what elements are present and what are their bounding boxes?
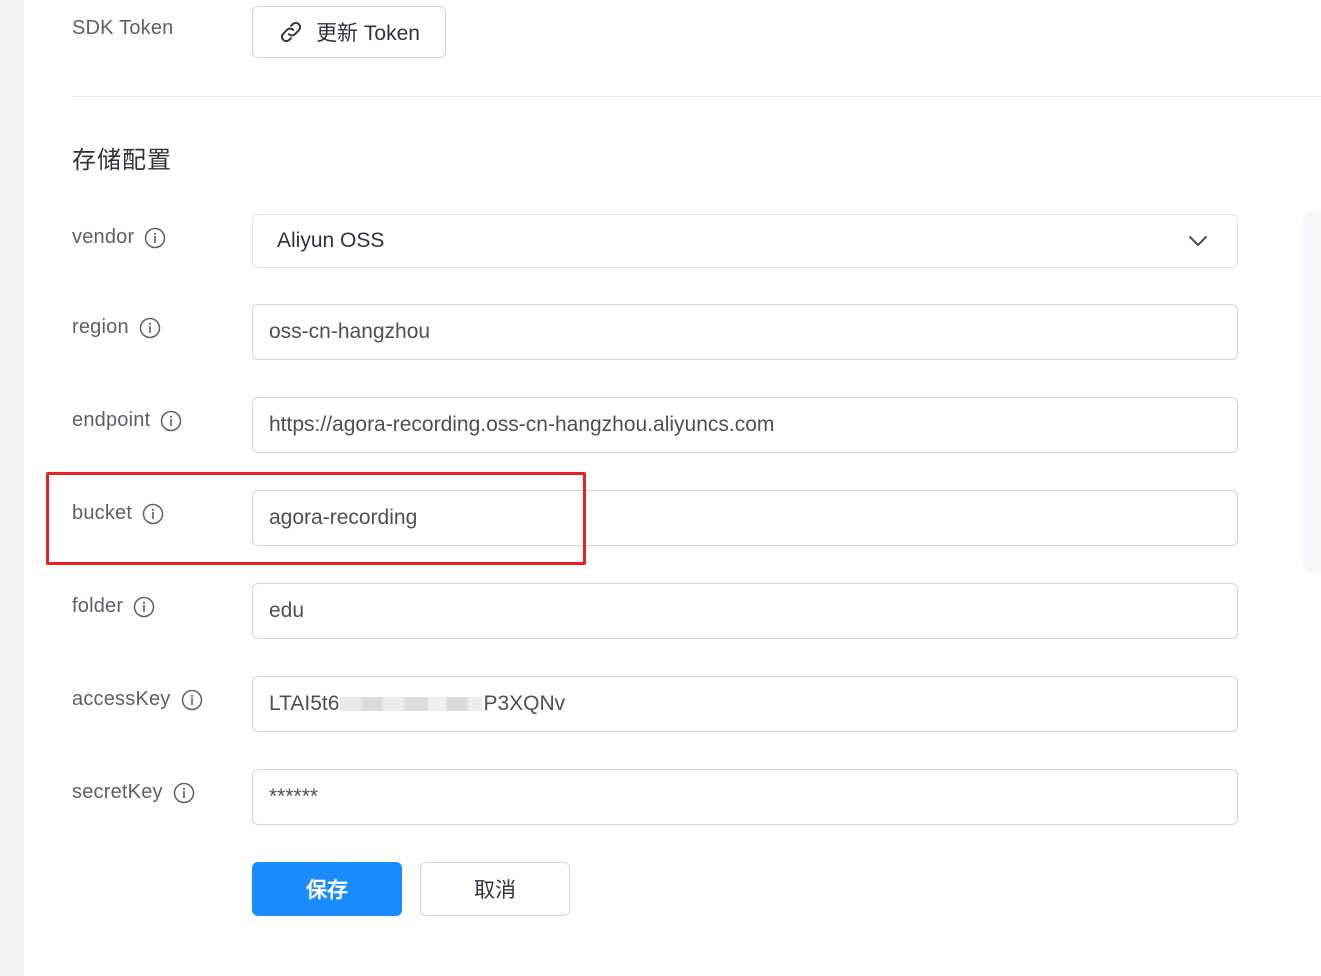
sdk-token-label-text: SDK Token [72, 17, 174, 39]
chevron-down-icon [1189, 236, 1207, 246]
section-divider [72, 96, 1321, 97]
accesskey-input[interactable]: LTAI5t6 P3XQNv [252, 676, 1238, 732]
cancel-button[interactable]: 取消 [420, 862, 570, 916]
save-button[interactable]: 保存 [252, 862, 402, 916]
region-label-text: region [72, 316, 129, 338]
region-input[interactable]: oss-cn-hangzhou [252, 304, 1238, 360]
accesskey-value-prefix: LTAI5t6 [269, 692, 340, 715]
endpoint-input-value: https://agora-recording.oss-cn-hangzhou.… [269, 413, 775, 436]
secretkey-label: secretKey [72, 781, 195, 804]
link-icon [281, 21, 302, 43]
info-icon[interactable] [173, 782, 195, 804]
folder-label-text: folder [72, 595, 124, 617]
vendor-select-value: Aliyun OSS [277, 229, 385, 252]
secretkey-label-text: secretKey [72, 781, 163, 803]
bucket-input[interactable]: agora-recording [252, 490, 1238, 546]
update-token-button[interactable]: 更新 Token [252, 6, 446, 58]
endpoint-input[interactable]: https://agora-recording.oss-cn-hangzhou.… [252, 397, 1238, 453]
accesskey-label-text: accessKey [72, 688, 171, 710]
secretkey-input-value: ****** [269, 785, 319, 808]
folder-label: folder [72, 595, 155, 618]
right-scroll-panel [1302, 212, 1321, 572]
accesskey-label: accessKey [72, 688, 203, 711]
info-icon[interactable] [144, 227, 166, 249]
info-icon[interactable] [160, 410, 182, 432]
secretkey-input[interactable]: ****** [252, 769, 1238, 825]
region-input-value: oss-cn-hangzhou [269, 320, 431, 343]
info-icon[interactable] [181, 689, 203, 711]
info-icon[interactable] [133, 596, 155, 618]
info-icon[interactable] [142, 503, 164, 525]
vendor-select[interactable]: Aliyun OSS [252, 214, 1238, 268]
left-sidebar-gutter [0, 0, 24, 976]
bucket-label: bucket [72, 502, 164, 525]
vendor-label-text: vendor [72, 226, 135, 248]
bucket-label-text: bucket [72, 502, 133, 524]
endpoint-label: endpoint [72, 409, 182, 432]
redacted-blur [340, 697, 483, 711]
storage-section-title: 存储配置 [72, 147, 172, 174]
vendor-label: vendor [72, 226, 166, 249]
bucket-input-value: agora-recording [269, 506, 418, 529]
region-label: region [72, 316, 161, 339]
sdk-token-label: SDK Token [72, 17, 174, 40]
endpoint-label-text: endpoint [72, 409, 151, 431]
folder-input[interactable]: edu [252, 583, 1238, 639]
folder-input-value: edu [269, 599, 305, 622]
info-icon[interactable] [139, 317, 161, 339]
accesskey-value-suffix: P3XQNv [483, 692, 566, 715]
update-token-button-label: 更新 Token [316, 22, 420, 45]
